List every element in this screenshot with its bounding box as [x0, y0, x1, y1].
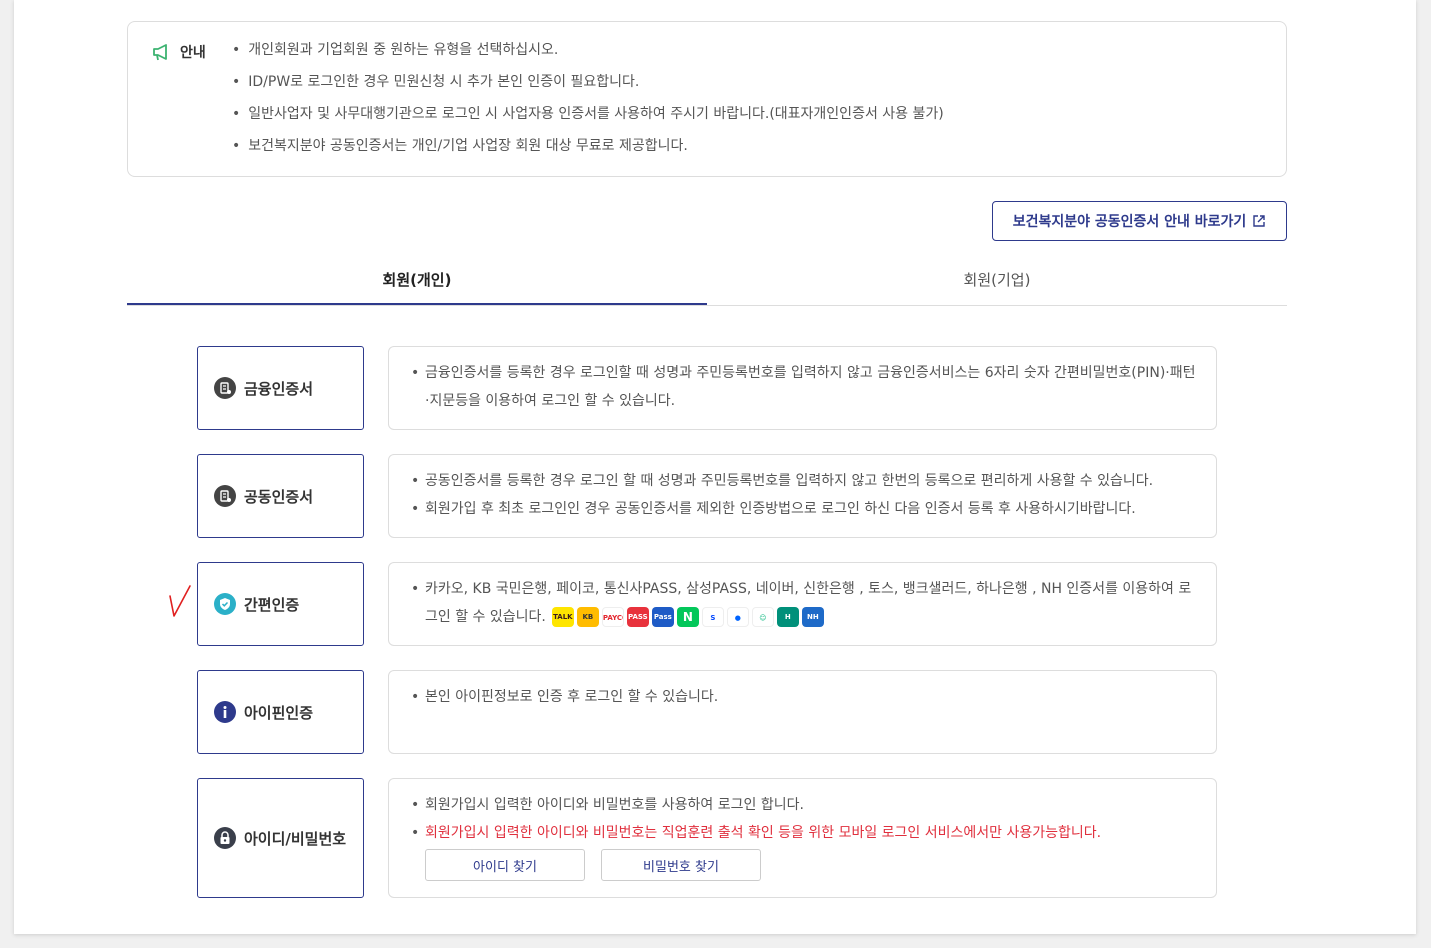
simple-auth-desc: 카카오, KB 국민은행, 페이코, 통신사PASS, 삼성PASS, 네이버,…	[388, 562, 1217, 646]
samsung-pass-icon: Pass	[651, 607, 674, 627]
payco-icon: PAYCO	[601, 607, 624, 627]
auth-provider-icons: TALK KB PAYCO PASS Pass N S ● ☺ H NH	[551, 607, 824, 627]
desc-warning: 회원가입시 입력한 아이디와 비밀번호는 직업훈련 출석 확인 등을 위한 모바…	[411, 819, 1196, 847]
handwritten-check-mark	[169, 585, 191, 617]
certificate-icon	[214, 377, 236, 399]
info-icon	[214, 701, 236, 723]
idpw-login-label: 아이디/비밀번호	[244, 829, 347, 848]
notice-list: 개인회원과 기업회원 중 원하는 유형을 선택하십시오. ID/PW로 로그인한…	[232, 40, 944, 168]
auth-row-finance: 금융인증서 금융인증서를 등록한 경우 로그인할 때 성명과 주민등록번호를 입…	[197, 346, 1217, 430]
kakao-icon: TALK	[551, 607, 574, 627]
hana-icon: H	[776, 607, 799, 627]
external-link-icon	[1253, 215, 1265, 227]
naver-icon: N	[676, 607, 699, 627]
certificate-icon	[214, 485, 236, 507]
ipin-auth-desc: 본인 아이핀정보로 인증 후 로그인 할 수 있습니다.	[388, 670, 1217, 754]
cert-guide-label: 보건복지분야 공동인증서 안내 바로가기	[1012, 214, 1247, 230]
finance-cert-button[interactable]: 금융인증서	[197, 346, 364, 430]
shield-check-icon	[214, 593, 236, 615]
shinhan-icon: S	[701, 607, 724, 627]
member-tabs: 회원(개인) 회원(기업)	[127, 258, 1287, 306]
simple-auth-button[interactable]: 간편인증	[197, 562, 364, 646]
ipin-auth-label: 아이핀인증	[244, 703, 314, 722]
banksalad-icon: ☺	[751, 607, 774, 627]
idpw-login-desc: 회원가입시 입력한 아이디와 비밀번호를 사용하여 로그인 합니다. 회원가입시…	[388, 778, 1217, 898]
notice-item: 일반사업자 및 사무대행기관으로 로그인 시 사업자용 인증서를 사용하여 주시…	[232, 104, 943, 136]
find-password-button[interactable]: 비밀번호 찾기	[601, 849, 761, 881]
desc-item: 공동인증서를 등록한 경우 로그인 할 때 성명과 주민등록번호를 입력하지 않…	[411, 467, 1196, 495]
megaphone-icon	[153, 44, 167, 61]
ipin-auth-button[interactable]: 아이핀인증	[197, 670, 364, 754]
desc-item: 금융인증서를 등록한 경우 로그인할 때 성명과 주민등록번호를 입력하지 않고…	[411, 359, 1196, 415]
tab-corporate[interactable]: 회원(기업)	[707, 258, 1287, 305]
notice-item: 보건복지분야 공동인증서는 개인/기업 사업장 회원 대상 무료로 제공합니다.	[232, 136, 944, 168]
idpw-login-button[interactable]: 아이디/비밀번호	[197, 778, 364, 898]
find-buttons: 아이디 찾기 비밀번호 찾기	[411, 849, 1196, 881]
notice-item: 개인회원과 기업회원 중 원하는 유형을 선택하십시오.	[232, 40, 944, 72]
nh-icon: NH	[801, 607, 824, 627]
toss-icon: ●	[726, 607, 749, 627]
notice-box: 안내 개인회원과 기업회원 중 원하는 유형을 선택하십시오. ID/PW로 로…	[127, 21, 1287, 177]
desc-item: 회원가입 후 최초 로그인인 경우 공동인증서를 제외한 인증방법으로 로그인 …	[411, 495, 1196, 523]
kb-icon: KB	[576, 607, 599, 627]
desc-item: 카카오, KB 국민은행, 페이코, 통신사PASS, 삼성PASS, 네이버,…	[411, 575, 1196, 631]
lock-icon	[214, 827, 236, 849]
finance-cert-desc: 금융인증서를 등록한 경우 로그인할 때 성명과 주민등록번호를 입력하지 않고…	[388, 346, 1217, 430]
joint-cert-label: 공동인증서	[244, 487, 314, 506]
auth-row-simple: 간편인증 카카오, KB 국민은행, 페이코, 통신사PASS, 삼성PASS,…	[197, 562, 1217, 646]
page: 안내 개인회원과 기업회원 중 원하는 유형을 선택하십시오. ID/PW로 로…	[14, 0, 1416, 934]
joint-cert-desc: 공동인증서를 등록한 경우 로그인 할 때 성명과 주민등록번호를 입력하지 않…	[388, 454, 1217, 538]
desc-item: 회원가입시 입력한 아이디와 비밀번호를 사용하여 로그인 합니다.	[411, 791, 1196, 819]
simple-auth-label: 간편인증	[244, 595, 300, 614]
auth-row-idpw: 아이디/비밀번호 회원가입시 입력한 아이디와 비밀번호를 사용하여 로그인 합…	[197, 778, 1217, 898]
notice-header: 안내	[152, 42, 206, 62]
pass-icon: PASS	[626, 607, 649, 627]
finance-cert-label: 금융인증서	[244, 379, 314, 398]
auth-row-joint: 공동인증서 공동인증서를 등록한 경우 로그인 할 때 성명과 주민등록번호를 …	[197, 454, 1217, 538]
cert-guide-button[interactable]: 보건복지분야 공동인증서 안내 바로가기	[992, 201, 1287, 241]
desc-item: 본인 아이핀정보로 인증 후 로그인 할 수 있습니다.	[411, 683, 1196, 711]
find-id-button[interactable]: 아이디 찾기	[425, 849, 585, 881]
joint-cert-button[interactable]: 공동인증서	[197, 454, 364, 538]
notice-label: 안내	[180, 45, 206, 61]
auth-row-ipin: 아이핀인증 본인 아이핀정보로 인증 후 로그인 할 수 있습니다.	[197, 670, 1217, 754]
tab-individual[interactable]: 회원(개인)	[127, 258, 707, 305]
notice-item: ID/PW로 로그인한 경우 민원신청 시 추가 본인 인증이 필요합니다.	[232, 72, 944, 104]
